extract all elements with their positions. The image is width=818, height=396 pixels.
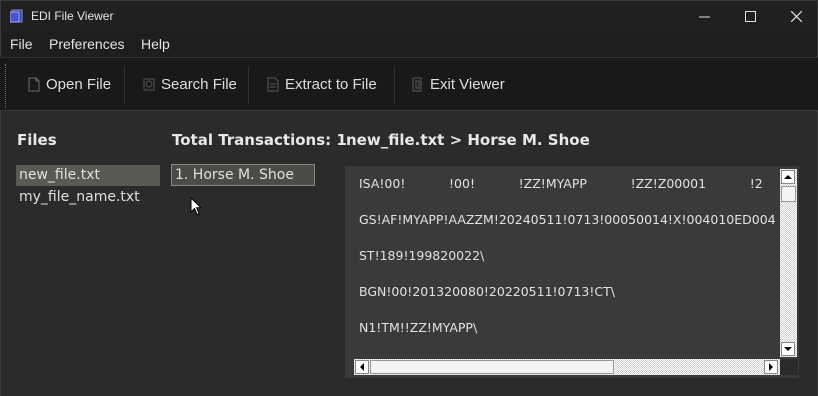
main-panel: Files Total Transactions: 1 new_file.txt… — [0, 111, 818, 396]
edi-text-viewer[interactable]: ISA!00! !00! !ZZ!MYAPP !ZZ!Z00001 !2 GS!… — [345, 166, 799, 378]
minimize-icon — [698, 16, 710, 18]
chevron-up-icon — [784, 175, 792, 179]
search-file-label: Search File — [161, 76, 237, 93]
exit-viewer-label: Exit Viewer — [430, 76, 505, 93]
edi-line: BGN!00!201320080!20220511!0713!CT\ — [359, 284, 615, 299]
toolbar: Open File Search File Extract to File Ex… — [0, 57, 818, 111]
scroll-down-button[interactable] — [781, 342, 795, 356]
file-icon — [28, 77, 40, 92]
horizontal-scrollbar[interactable] — [354, 359, 780, 375]
vertical-scrollbar[interactable] — [780, 169, 797, 357]
close-icon — [790, 11, 802, 22]
transaction-item[interactable]: 1. Horse M. Shoe — [171, 164, 315, 186]
extract-to-file-label: Extract to File — [285, 76, 377, 93]
scrollbar-corner — [780, 359, 798, 375]
open-file-button[interactable]: Open File — [28, 58, 111, 111]
chevron-right-icon — [769, 363, 773, 371]
exit-icon — [412, 77, 422, 92]
edi-content: ISA!00! !00! !ZZ!MYAPP !ZZ!Z00001 !2 GS!… — [359, 176, 781, 364]
file-item[interactable]: new_file.txt — [16, 165, 160, 186]
scroll-left-button[interactable] — [355, 360, 369, 374]
maximize-button[interactable] — [727, 1, 773, 32]
edi-line: ISA!00! !00! !ZZ!MYAPP !ZZ!Z00001 !2 — [359, 176, 763, 191]
window-title: EDI File Viewer — [31, 9, 114, 23]
toolbar-separator — [248, 66, 249, 104]
chevron-down-icon — [784, 347, 792, 351]
scroll-right-button[interactable] — [764, 360, 778, 374]
edi-line: N1!TM!!ZZ!MYAPP\ — [359, 320, 478, 335]
edi-line: ST!189!199820022\ — [359, 248, 485, 263]
menu-bar: File Preferences Help — [0, 31, 818, 57]
mouse-cursor-icon — [190, 197, 202, 216]
search-icon — [143, 78, 155, 91]
transactions-heading: Total Transactions: 1 — [172, 131, 347, 149]
app-icon — [10, 9, 23, 23]
toolbar-separator — [394, 66, 395, 104]
close-button[interactable] — [773, 1, 818, 32]
horizontal-scroll-thumb[interactable] — [370, 360, 614, 374]
toolbar-separator — [124, 66, 125, 104]
edi-line: GS!AF!MYAPP!AAZZM!20240511!0713!00050014… — [359, 212, 776, 227]
exit-viewer-button[interactable]: Exit Viewer — [412, 58, 505, 111]
chevron-left-icon — [360, 363, 364, 371]
files-heading: Files — [17, 131, 57, 149]
search-file-button[interactable]: Search File — [143, 58, 237, 111]
menu-file[interactable]: File — [10, 36, 33, 52]
menu-help[interactable]: Help — [141, 36, 170, 52]
minimize-button[interactable] — [681, 1, 727, 32]
file-item[interactable]: my_file_name.txt — [16, 187, 160, 208]
open-file-label: Open File — [46, 76, 112, 93]
title-bar: EDI File Viewer — [0, 0, 818, 31]
viewer-breadcrumb: new_file.txt > Horse M. Shoe — [346, 131, 590, 149]
vertical-scroll-thumb[interactable] — [781, 186, 796, 202]
extract-to-file-button[interactable]: Extract to File — [267, 58, 377, 111]
maximize-icon — [744, 11, 756, 22]
scroll-up-button[interactable] — [781, 170, 795, 184]
menu-preferences[interactable]: Preferences — [49, 36, 124, 52]
toolbar-grip[interactable] — [5, 64, 7, 108]
extract-icon — [267, 77, 279, 92]
